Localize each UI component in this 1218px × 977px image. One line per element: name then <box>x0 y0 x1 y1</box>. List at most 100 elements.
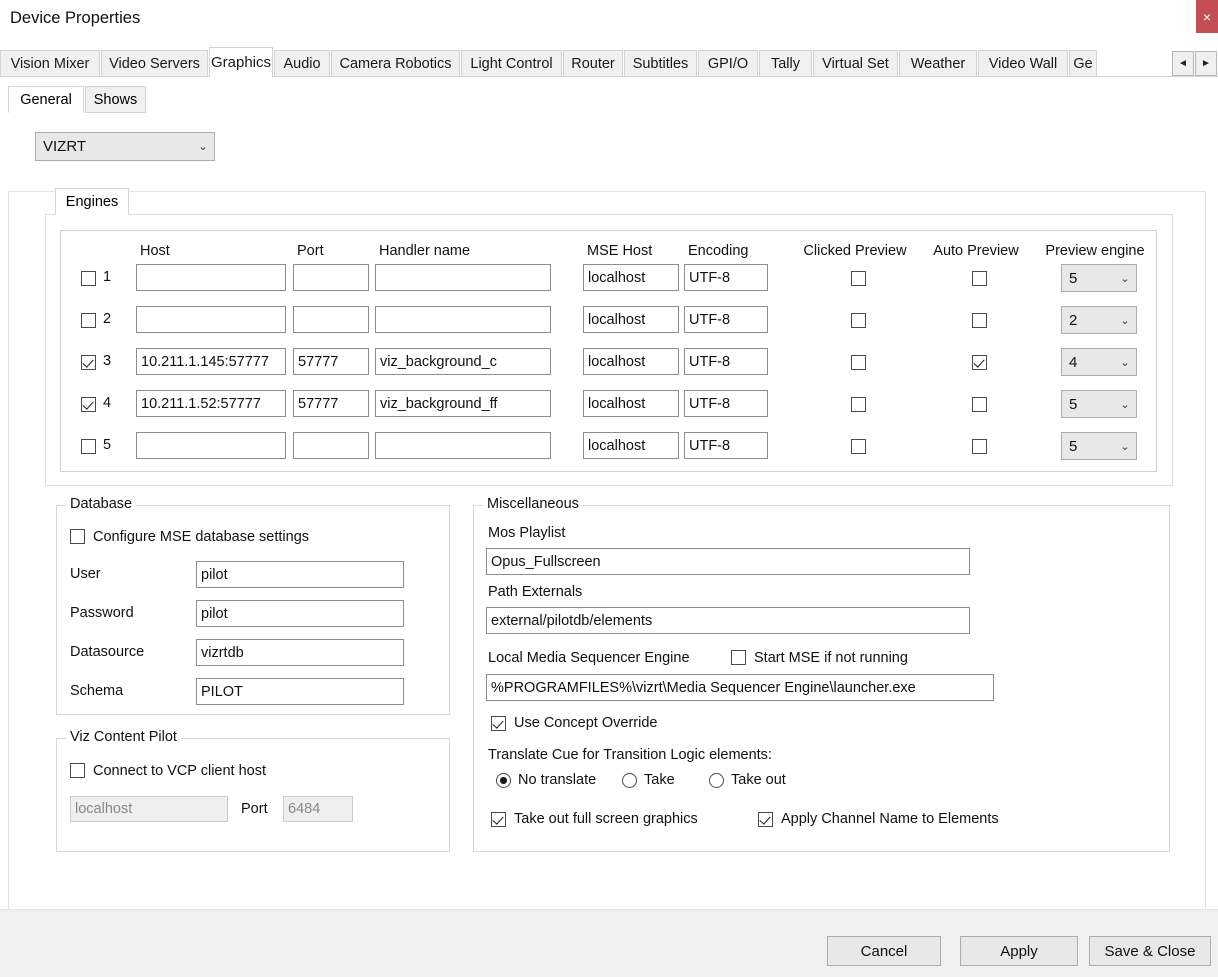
engines-tab-label: Engines <box>66 194 118 210</box>
tab-scroll-right-icon[interactable]: ► <box>1195 51 1217 76</box>
cancel-button[interactable]: Cancel <box>827 936 941 966</box>
db-password-input[interactable]: pilot <box>196 600 404 627</box>
translate-cue-label: Translate Cue for Transition Logic eleme… <box>488 747 772 763</box>
engine-clicked-preview-checkbox[interactable] <box>851 271 866 286</box>
engine-enabled-checkbox[interactable] <box>81 397 96 412</box>
engine-encoding-input[interactable]: UTF-8 <box>684 306 768 333</box>
close-icon[interactable]: × <box>1196 0 1218 33</box>
db-datasource-input[interactable]: vizrtdb <box>196 639 404 666</box>
vcp-port-input[interactable]: 6484 <box>283 796 353 822</box>
db-schema-input[interactable]: PILOT <box>196 678 404 705</box>
tab-label: Camera Robotics <box>339 56 451 72</box>
tab-label: Weather <box>911 56 966 72</box>
engine-preview-engine-dropdown[interactable]: 5⌄ <box>1061 390 1137 418</box>
tab-virtual-set[interactable]: Virtual Set <box>813 50 898 77</box>
tab-label: Virtual Set <box>822 56 889 72</box>
engine-enabled-checkbox[interactable] <box>81 271 96 286</box>
mse-launcher-input[interactable]: %PROGRAMFILES%\vizrt\Media Sequencer Eng… <box>486 674 994 701</box>
subtab-general[interactable]: General <box>8 86 84 113</box>
engine-handler-input[interactable]: viz_background_c <box>375 348 551 375</box>
engines-table: HostPortHandler nameMSE HostEncodingClic… <box>60 230 1157 472</box>
engine-port-input[interactable] <box>293 264 369 291</box>
engine-preview-engine-dropdown[interactable]: 4⌄ <box>1061 348 1137 376</box>
radio-no-translate[interactable] <box>496 773 511 788</box>
engine-clicked-preview-checkbox[interactable] <box>851 397 866 412</box>
tab-audio[interactable]: Audio <box>274 50 330 77</box>
engine-handler-input[interactable] <box>375 306 551 333</box>
engine-preview-engine-dropdown[interactable]: 5⌄ <box>1061 432 1137 460</box>
engine-host-input[interactable] <box>136 432 286 459</box>
engine-mse-host-input[interactable]: localhost <box>583 348 679 375</box>
configure-mse-db-checkbox[interactable] <box>70 529 85 544</box>
engine-row-index: 3 <box>103 353 111 369</box>
tab-light-control[interactable]: Light Control <box>461 50 562 77</box>
engine-handler-input[interactable] <box>375 432 551 459</box>
engine-encoding-input[interactable]: UTF-8 <box>684 264 768 291</box>
engine-enabled-checkbox[interactable] <box>81 313 96 328</box>
subtab-shows[interactable]: Shows <box>85 86 146 113</box>
tab-video-wall[interactable]: Video Wall <box>978 50 1068 77</box>
engine-clicked-preview-checkbox[interactable] <box>851 355 866 370</box>
db-user-input[interactable]: pilot <box>196 561 404 588</box>
engine-port-input[interactable]: 57777 <box>293 390 369 417</box>
engine-enabled-checkbox[interactable] <box>81 439 96 454</box>
engine-row-index: 5 <box>103 437 111 453</box>
engines-tab[interactable]: Engines <box>55 188 129 215</box>
engine-mse-host-input[interactable]: localhost <box>583 432 679 459</box>
viz-content-pilot-group: Viz Content Pilot <box>56 738 450 852</box>
engine-mse-host-input[interactable]: localhost <box>583 264 679 291</box>
engine-port-input[interactable] <box>293 432 369 459</box>
engine-host-input[interactable]: 10.211.1.52:57777 <box>136 390 286 417</box>
tab-gpi-o[interactable]: GPI/O <box>698 50 758 77</box>
tab-tally[interactable]: Tally <box>759 50 812 77</box>
radio-take-out[interactable] <box>709 773 724 788</box>
engine-port-input[interactable] <box>293 306 369 333</box>
engine-handler-input[interactable] <box>375 264 551 291</box>
engine-encoding-input[interactable]: UTF-8 <box>684 390 768 417</box>
tab-scroll-left-icon[interactable]: ◄ <box>1172 51 1194 76</box>
tab-camera-robotics[interactable]: Camera Robotics <box>331 50 460 77</box>
use-concept-override-checkbox[interactable] <box>491 716 506 731</box>
engine-clicked-preview-checkbox[interactable] <box>851 313 866 328</box>
tab-label: Tally <box>771 56 800 72</box>
connect-vcp-checkbox[interactable] <box>70 763 85 778</box>
radio-take[interactable] <box>622 773 637 788</box>
engine-handler-input[interactable]: viz_background_ff <box>375 390 551 417</box>
engine-enabled-checkbox[interactable] <box>81 355 96 370</box>
vcp-host-input[interactable]: localhost <box>70 796 228 822</box>
engine-auto-preview-checkbox[interactable] <box>972 355 987 370</box>
tab-video-servers[interactable]: Video Servers <box>101 50 208 77</box>
provider-dropdown[interactable]: VIZRT ⌄ <box>35 132 215 161</box>
tab-graphics[interactable]: Graphics <box>209 47 273 78</box>
engine-host-input[interactable] <box>136 264 286 291</box>
engine-encoding-input[interactable]: UTF-8 <box>684 348 768 375</box>
engine-host-input[interactable]: 10.211.1.145:57777 <box>136 348 286 375</box>
engine-encoding-input[interactable]: UTF-8 <box>684 432 768 459</box>
tab-vision-mixer[interactable]: Vision Mixer <box>0 50 100 77</box>
start-mse-checkbox[interactable] <box>731 650 746 665</box>
engine-auto-preview-checkbox[interactable] <box>972 313 987 328</box>
engine-auto-preview-checkbox[interactable] <box>972 271 987 286</box>
apply-button[interactable]: Apply <box>960 936 1078 966</box>
engine-mse-host-input[interactable]: localhost <box>583 306 679 333</box>
engine-port-input[interactable]: 57777 <box>293 348 369 375</box>
tab-router[interactable]: Router <box>563 50 623 77</box>
engine-mse-host-input[interactable]: localhost <box>583 390 679 417</box>
path-externals-input[interactable]: external/pilotdb/elements <box>486 607 970 634</box>
engine-preview-engine-dropdown[interactable]: 5⌄ <box>1061 264 1137 292</box>
tab-ge[interactable]: Ge <box>1069 50 1097 77</box>
column-header-encoding: Encoding <box>688 243 748 259</box>
engine-preview-engine-dropdown[interactable]: 2⌄ <box>1061 306 1137 334</box>
save-close-button[interactable]: Save & Close <box>1089 936 1211 966</box>
mos-playlist-input[interactable]: Opus_Fullscreen <box>486 548 970 575</box>
vcp-port-label: Port <box>241 801 268 817</box>
engine-host-input[interactable] <box>136 306 286 333</box>
tab-weather[interactable]: Weather <box>899 50 977 77</box>
take-out-full-screen-checkbox[interactable] <box>491 812 506 827</box>
engine-clicked-preview-checkbox[interactable] <box>851 439 866 454</box>
apply-channel-name-checkbox[interactable] <box>758 812 773 827</box>
engine-auto-preview-checkbox[interactable] <box>972 439 987 454</box>
engine-auto-preview-checkbox[interactable] <box>972 397 987 412</box>
tab-subtitles[interactable]: Subtitles <box>624 50 697 77</box>
column-header-clicked-preview: Clicked Preview <box>791 243 919 259</box>
